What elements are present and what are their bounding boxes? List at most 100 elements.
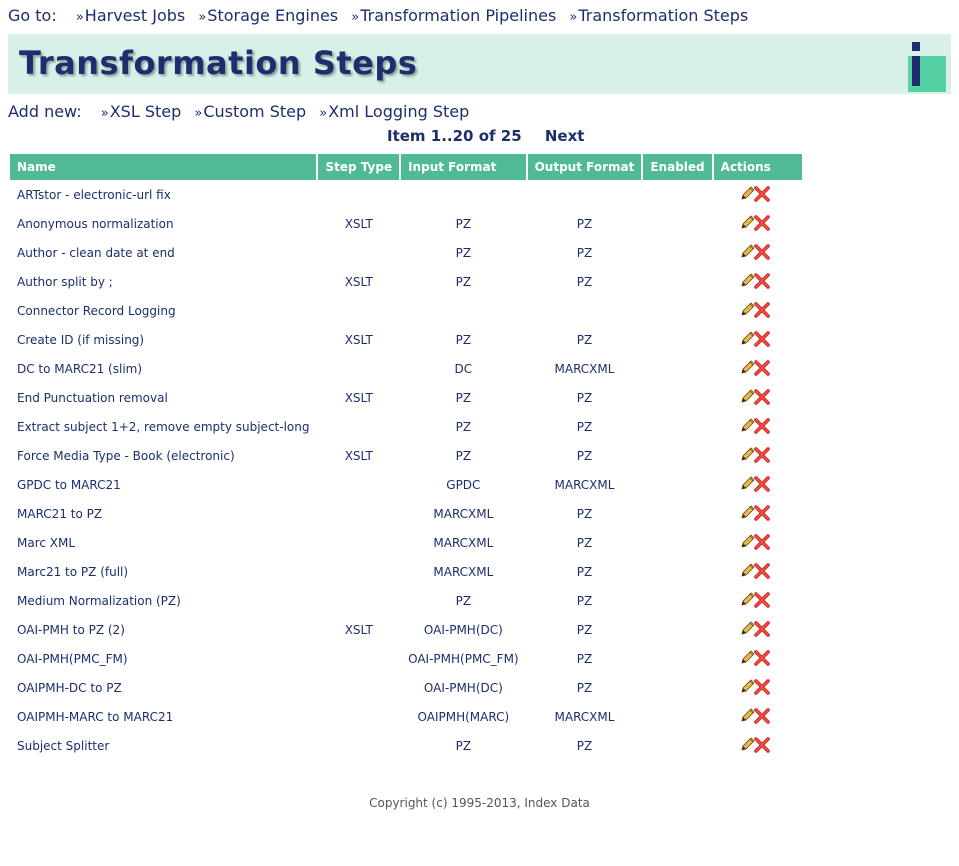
input-format-cell: PZ xyxy=(455,738,472,753)
actions-cell xyxy=(714,441,802,470)
red-x-icon[interactable] xyxy=(753,678,771,696)
step-name-cell[interactable]: Anonymous normalization xyxy=(10,209,316,238)
output-format-cell: PZ xyxy=(576,651,593,666)
step-name-cell[interactable]: ARTstor - electronic-url fix xyxy=(10,180,316,209)
column-header-actions: Actions xyxy=(713,154,802,180)
output-format-cell: PZ xyxy=(576,593,593,608)
red-x-icon[interactable] xyxy=(753,301,771,319)
table-row: OAIPMH-DC to PZ OAI-PMH(DC) PZ xyxy=(10,673,802,702)
step-name-cell[interactable]: OAIPMH-DC to PZ xyxy=(10,673,316,702)
output-format-cell: PZ xyxy=(576,332,593,347)
table-row: Marc21 to PZ (full) MARCXML PZ xyxy=(10,557,802,586)
step-name-cell[interactable]: DC to MARC21 (slim) xyxy=(10,354,316,383)
step-type-cell xyxy=(318,470,399,499)
actions-cell xyxy=(714,238,802,267)
step-type-cell xyxy=(318,499,399,528)
add-xml-logging-step-link[interactable]: Xml Logging Step xyxy=(319,102,469,121)
table-row: Connector Record Logging xyxy=(10,296,802,325)
table-row: Marc XML MARCXML PZ xyxy=(10,528,802,557)
row-actions xyxy=(740,388,774,406)
step-name-cell[interactable]: MARC21 to PZ xyxy=(10,499,316,528)
actions-cell xyxy=(714,383,802,412)
row-actions xyxy=(740,417,774,435)
nav-link-harvest-jobs[interactable]: Harvest Jobs xyxy=(76,6,185,25)
input-format-cell: MARCXML xyxy=(433,564,494,579)
step-type-cell xyxy=(318,528,399,557)
step-name-cell[interactable]: Force Media Type - Book (electronic) xyxy=(10,441,316,470)
row-actions xyxy=(740,475,774,493)
step-name-cell[interactable]: Create ID (if missing) xyxy=(10,325,316,354)
red-x-icon[interactable] xyxy=(753,214,771,232)
step-name-cell[interactable]: OAI-PMH(PMC_FM) xyxy=(10,644,316,673)
red-x-icon[interactable] xyxy=(753,243,771,261)
table-row: Anonymous normalization XSLT PZ PZ xyxy=(10,209,802,238)
actions-cell xyxy=(714,354,802,383)
output-format-cell: MARCXML xyxy=(554,361,615,376)
nav-link-transformation-pipelines[interactable]: Transformation Pipelines xyxy=(351,6,556,25)
actions-cell xyxy=(714,412,802,441)
red-x-icon[interactable] xyxy=(753,272,771,290)
output-format-cell: PZ xyxy=(576,216,593,231)
red-x-icon[interactable] xyxy=(753,504,771,522)
step-name-cell[interactable]: End Punctuation removal xyxy=(10,383,316,412)
red-x-icon[interactable] xyxy=(753,620,771,638)
red-x-icon[interactable] xyxy=(753,707,771,725)
step-name-cell[interactable]: Subject Splitter xyxy=(10,731,316,760)
table-header-row: Name Step Type Input Format Output Forma… xyxy=(10,154,802,180)
red-x-icon[interactable] xyxy=(753,417,771,435)
goto-label: Go to: xyxy=(8,6,57,25)
next-page-link[interactable]: Next xyxy=(545,127,585,145)
step-type-cell: XSLT xyxy=(344,216,373,231)
step-name-cell[interactable]: Connector Record Logging xyxy=(10,296,316,325)
input-format-cell: PZ xyxy=(455,332,472,347)
step-type-cell xyxy=(318,731,399,760)
page-title: Transformation Steps xyxy=(19,44,418,82)
step-type-cell xyxy=(318,354,399,383)
enabled-cell xyxy=(643,412,711,441)
input-format-cell: OAI-PMH(DC) xyxy=(423,622,503,637)
table-row: OAI-PMH(PMC_FM) OAI-PMH(PMC_FM) PZ xyxy=(10,644,802,673)
input-format-cell: OAI-PMH(DC) xyxy=(423,680,503,695)
enabled-cell xyxy=(643,354,711,383)
actions-cell xyxy=(714,180,802,209)
red-x-icon[interactable] xyxy=(753,388,771,406)
red-x-icon[interactable] xyxy=(753,649,771,667)
red-x-icon[interactable] xyxy=(753,562,771,580)
step-type-cell: XSLT xyxy=(344,448,373,463)
red-x-icon[interactable] xyxy=(753,330,771,348)
step-name-cell[interactable]: Medium Normalization (PZ) xyxy=(10,586,316,615)
step-name-cell[interactable]: Marc XML xyxy=(10,528,316,557)
step-name-cell[interactable]: Extract subject 1+2, remove empty subjec… xyxy=(10,412,316,441)
red-x-icon[interactable] xyxy=(753,475,771,493)
table-row: End Punctuation removal XSLT PZ PZ xyxy=(10,383,802,412)
table-row: Subject Splitter PZ PZ xyxy=(10,731,802,760)
row-actions xyxy=(740,330,774,348)
step-name-cell[interactable]: OAI-PMH to PZ (2) xyxy=(10,615,316,644)
step-name-cell[interactable]: Marc21 to PZ (full) xyxy=(10,557,316,586)
red-x-icon[interactable] xyxy=(753,736,771,754)
row-actions xyxy=(740,301,774,319)
add-custom-step-link[interactable]: Custom Step xyxy=(194,102,306,121)
nav-link-storage-engines[interactable]: Storage Engines xyxy=(198,6,338,25)
step-name-cell[interactable]: OAIPMH-MARC to MARC21 xyxy=(10,702,316,731)
red-x-icon[interactable] xyxy=(753,359,771,377)
red-x-icon[interactable] xyxy=(753,185,771,203)
input-format-cell: OAIPMH(MARC) xyxy=(417,709,510,724)
step-name-cell[interactable]: GPDC to MARC21 xyxy=(10,470,316,499)
red-x-icon[interactable] xyxy=(753,533,771,551)
actions-cell xyxy=(714,267,802,296)
nav-link-transformation-steps[interactable]: Transformation Steps xyxy=(569,6,748,25)
step-name-cell[interactable]: Author split by ; xyxy=(10,267,316,296)
red-x-icon[interactable] xyxy=(753,446,771,464)
red-x-icon[interactable] xyxy=(753,591,771,609)
actions-cell xyxy=(714,325,802,354)
column-header-output-format: Output Format xyxy=(527,154,642,180)
table-row: Extract subject 1+2, remove empty subjec… xyxy=(10,412,802,441)
output-format-cell: PZ xyxy=(576,390,593,405)
enabled-cell xyxy=(643,702,711,731)
step-type-cell xyxy=(318,180,399,209)
step-name-cell[interactable]: Author - clean date at end xyxy=(10,238,316,267)
input-format-cell xyxy=(401,296,526,325)
output-format-cell: MARCXML xyxy=(554,477,615,492)
add-xsl-step-link[interactable]: XSL Step xyxy=(101,102,182,121)
